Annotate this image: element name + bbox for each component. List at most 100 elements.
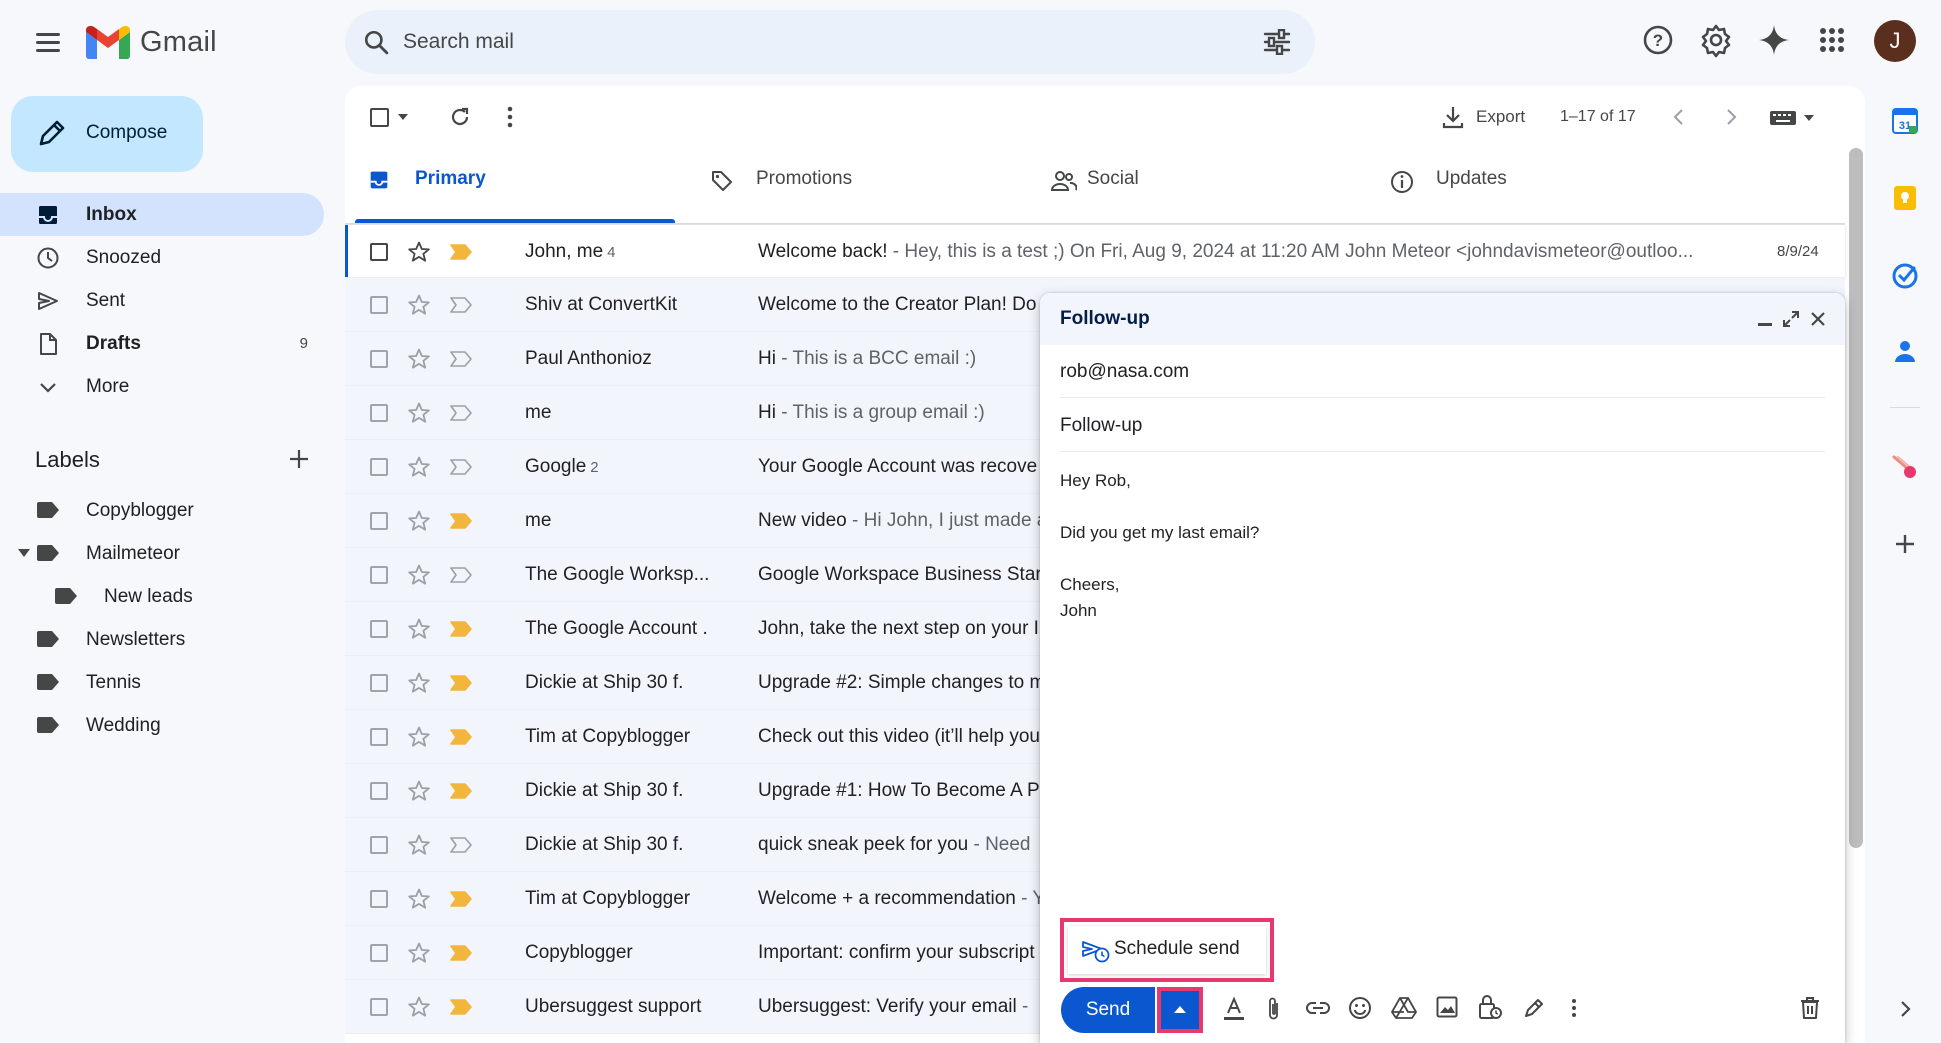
show-side-panel-chevron-icon[interactable] <box>1900 1000 1912 1018</box>
row-checkbox[interactable] <box>370 944 388 962</box>
importance-marker-icon[interactable] <box>450 513 472 529</box>
importance-marker-icon[interactable] <box>450 999 472 1015</box>
star-icon[interactable] <box>407 725 431 749</box>
confidential-mode-icon[interactable] <box>1478 993 1502 1021</box>
importance-marker-icon[interactable] <box>450 567 472 583</box>
send-options-button[interactable] <box>1157 987 1203 1033</box>
caret-down-icon[interactable] <box>18 549 30 558</box>
row-checkbox[interactable] <box>370 243 388 261</box>
row-checkbox[interactable] <box>370 296 388 314</box>
row-checkbox[interactable] <box>370 782 388 800</box>
calendar-icon[interactable]: 31 <box>1892 108 1918 134</box>
input-tools-dropdown-icon[interactable] <box>1804 115 1814 122</box>
emoji-icon[interactable] <box>1348 996 1372 1020</box>
star-icon[interactable] <box>407 240 431 264</box>
search-bar[interactable] <box>345 10 1315 74</box>
row-checkbox[interactable] <box>370 404 388 422</box>
add-label-icon[interactable] <box>288 448 310 470</box>
chevron-left-icon[interactable] <box>1672 108 1684 126</box>
compose-button[interactable]: Compose <box>11 96 203 172</box>
row-checkbox[interactable] <box>370 728 388 746</box>
email-row[interactable]: John, me 4 Welcome back! - Hey, this is a … <box>345 224 1845 278</box>
apps-grid-icon[interactable] <box>1814 22 1850 58</box>
compose-header[interactable]: Follow-up <box>1040 293 1845 345</box>
sidebar-item-more[interactable]: More <box>0 365 324 408</box>
star-icon[interactable] <box>407 941 431 965</box>
star-icon[interactable] <box>407 509 431 533</box>
importance-marker-icon[interactable] <box>450 244 472 260</box>
star-icon[interactable] <box>407 671 431 695</box>
message-body[interactable]: Hey Rob, Did you get my last email? Chee… <box>1060 468 1820 624</box>
star-icon[interactable] <box>407 347 431 371</box>
more-options-icon[interactable] <box>1570 996 1578 1020</box>
gmail-logo[interactable]: Gmail <box>86 22 217 62</box>
row-checkbox[interactable] <box>370 674 388 692</box>
send-button[interactable]: Send <box>1061 987 1155 1033</box>
importance-marker-icon[interactable] <box>450 621 472 637</box>
tasks-icon[interactable] <box>1892 263 1918 289</box>
star-icon[interactable] <box>407 617 431 641</box>
row-checkbox[interactable] <box>370 512 388 530</box>
label-newsletters[interactable]: Newsletters <box>0 618 324 661</box>
google-drive-icon[interactable] <box>1391 996 1417 1020</box>
main-menu-button[interactable] <box>30 24 66 60</box>
sidebar-item-drafts[interactable]: Drafts 9 <box>0 322 324 365</box>
minimize-icon[interactable] <box>1758 323 1772 327</box>
importance-marker-icon[interactable] <box>450 837 472 853</box>
insert-photo-icon[interactable] <box>1436 996 1458 1018</box>
star-icon[interactable] <box>407 887 431 911</box>
label-tennis[interactable]: Tennis <box>0 661 324 704</box>
star-icon[interactable] <box>407 995 431 1019</box>
attach-file-icon[interactable] <box>1266 996 1282 1022</box>
search-options-icon[interactable] <box>1263 29 1291 55</box>
importance-marker-icon[interactable] <box>450 675 472 691</box>
select-all-checkbox[interactable] <box>370 108 389 127</box>
star-icon[interactable] <box>407 293 431 317</box>
contacts-icon[interactable] <box>1892 338 1918 364</box>
importance-marker-icon[interactable] <box>450 459 472 475</box>
select-dropdown-icon[interactable] <box>398 114 408 121</box>
row-checkbox[interactable] <box>370 620 388 638</box>
label-mailmeteor[interactable]: Mailmeteor <box>0 532 324 575</box>
gemini-sparkle-icon[interactable] <box>1756 22 1792 58</box>
star-icon[interactable] <box>407 401 431 425</box>
sidebar-item-snoozed[interactable]: Snoozed <box>0 236 324 279</box>
export-button[interactable]: Export <box>1440 104 1525 130</box>
search-icon[interactable] <box>363 29 389 55</box>
star-icon[interactable] <box>407 563 431 587</box>
keyboard-icon[interactable] <box>1770 111 1796 125</box>
star-icon[interactable] <box>407 833 431 857</box>
search-input[interactable] <box>403 22 1223 62</box>
importance-marker-icon[interactable] <box>450 729 472 745</box>
more-vert-icon[interactable] <box>505 105 515 129</box>
subject-field[interactable]: Follow-up <box>1060 399 1825 452</box>
discard-draft-trash-icon[interactable] <box>1800 996 1820 1020</box>
get-addons-plus-icon[interactable] <box>1894 533 1916 555</box>
importance-marker-icon[interactable] <box>450 783 472 799</box>
row-checkbox[interactable] <box>370 350 388 368</box>
formatting-options-icon[interactable] <box>1222 996 1246 1022</box>
row-checkbox[interactable] <box>370 890 388 908</box>
recipients-field[interactable]: rob@nasa.com <box>1060 345 1825 398</box>
tab-updates[interactable]: Updates <box>1390 148 1710 212</box>
expand-icon[interactable] <box>1782 310 1800 328</box>
scrollbar[interactable] <box>1849 148 1863 848</box>
tab-social[interactable]: Social <box>1045 148 1365 212</box>
row-checkbox[interactable] <box>370 458 388 476</box>
schedule-send-menu-item[interactable]: Schedule send <box>1068 926 1266 974</box>
importance-marker-icon[interactable] <box>450 351 472 367</box>
close-icon[interactable] <box>1810 311 1826 327</box>
label-new-leads[interactable]: New leads <box>0 575 324 618</box>
insert-link-icon[interactable] <box>1305 1000 1331 1016</box>
importance-marker-icon[interactable] <box>450 891 472 907</box>
row-checkbox[interactable] <box>370 836 388 854</box>
importance-marker-icon[interactable] <box>450 945 472 961</box>
importance-marker-icon[interactable] <box>450 405 472 421</box>
keep-notes-icon[interactable] <box>1892 185 1918 211</box>
tab-promotions[interactable]: Promotions <box>700 148 1020 212</box>
star-icon[interactable] <box>407 455 431 479</box>
importance-marker-icon[interactable] <box>450 297 472 313</box>
tab-primary[interactable]: Primary <box>355 148 675 212</box>
account-avatar[interactable]: J <box>1874 20 1916 62</box>
signature-pen-icon[interactable] <box>1522 996 1546 1020</box>
